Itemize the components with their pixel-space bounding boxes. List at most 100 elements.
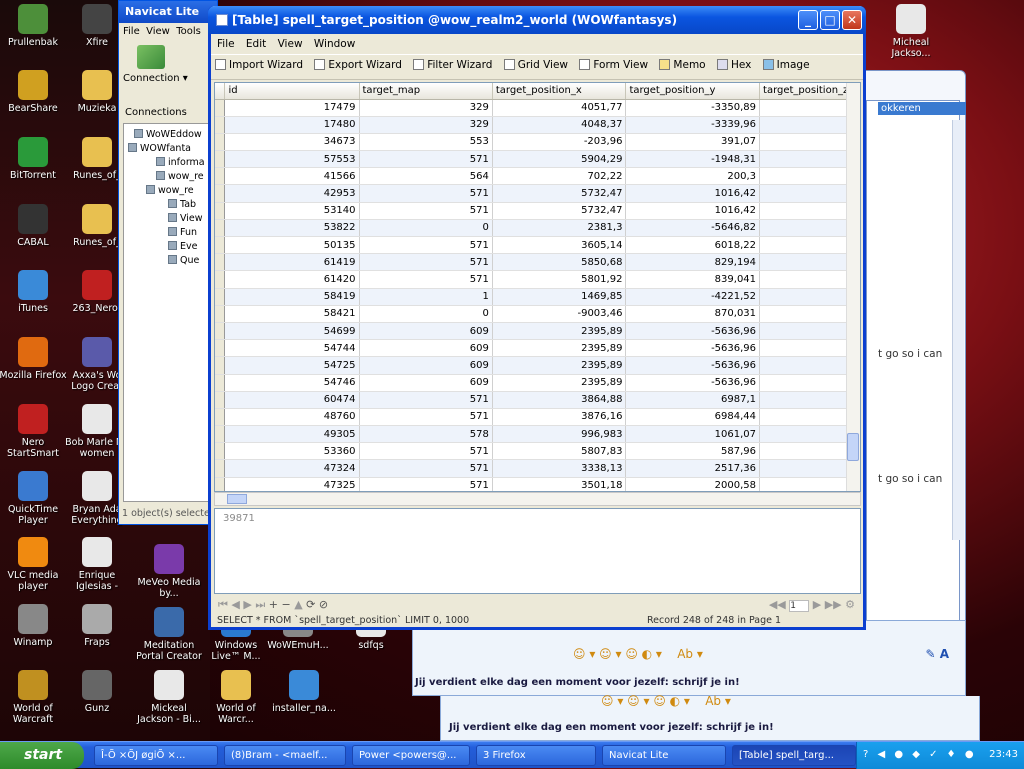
table-cell[interactable]: -3339,96 — [625, 116, 761, 134]
row-selector[interactable] — [215, 116, 226, 134]
desktop-icon[interactable]: QuickTime Player — [0, 471, 69, 526]
table-row[interactable]: 42953 571 5732,47 1016,42 — [215, 184, 860, 203]
table-cell[interactable]: 34673 — [224, 133, 360, 152]
table-cell[interactable] — [759, 219, 860, 238]
table-cell[interactable]: 571 — [359, 270, 493, 289]
close-button[interactable]: ✕ — [842, 10, 862, 30]
column-header-target-position-y[interactable]: target_position_y — [625, 83, 761, 100]
table-cell[interactable] — [759, 184, 860, 203]
table-row[interactable]: 60474 571 3864,88 6987,1 — [215, 391, 860, 409]
desktop-icon[interactable]: installer_na... — [268, 670, 340, 714]
row-selector[interactable] — [215, 322, 226, 341]
table-cell[interactable] — [759, 150, 860, 169]
tree-node[interactable]: Eve — [126, 240, 212, 254]
table-cell[interactable]: 839,041 — [625, 270, 761, 289]
taskbar-item-active[interactable]: [Table] spell_targ... — [732, 745, 856, 766]
table-cell[interactable] — [759, 202, 860, 220]
taskbar-item[interactable]: Î-Õ ×ÕJ øgiÕ ×... — [94, 745, 218, 766]
table-cell[interactable]: 553 — [359, 133, 493, 152]
table-cell[interactable]: 5850,68 — [492, 253, 627, 272]
import-wizard-button[interactable]: Import Wizard — [215, 59, 303, 71]
table-cell[interactable]: -9003,46 — [492, 305, 627, 323]
table-cell[interactable]: 2517,36 — [625, 459, 761, 478]
table-cell[interactable]: 6018,22 — [625, 236, 761, 255]
column-header-target-position-x[interactable]: target_position_x — [492, 83, 627, 100]
table-cell[interactable] — [759, 339, 860, 358]
table-cell[interactable]: 58419 — [224, 288, 360, 306]
table-cell[interactable]: 5807,83 — [492, 442, 627, 461]
taskbar-item[interactable]: (8)Bram - <maelf... — [224, 745, 346, 766]
next-record-button[interactable]: ▶ — [243, 598, 251, 611]
horizontal-scrollbar[interactable] — [214, 492, 861, 506]
table-cell[interactable]: -1948,31 — [625, 150, 761, 169]
table-cell[interactable]: 5732,47 — [492, 184, 627, 203]
table-cell[interactable]: 571 — [359, 253, 493, 272]
grid-view-button[interactable]: Grid View — [503, 59, 568, 71]
table-cell[interactable]: 54699 — [224, 322, 360, 341]
table-cell[interactable]: -5646,82 — [625, 219, 761, 238]
tree-node[interactable]: wow_re — [126, 170, 212, 184]
table-cell[interactable]: 17479 — [224, 99, 360, 117]
row-selector[interactable] — [215, 270, 226, 289]
table-row[interactable]: 57553 571 5904,29 -1948,31 — [215, 150, 860, 169]
table-cell[interactable] — [759, 322, 860, 341]
table-cell[interactable]: 61419 — [224, 253, 360, 272]
table-cell[interactable]: 47325 — [224, 477, 360, 491]
taskbar-item[interactable]: Power <powers@... — [352, 745, 470, 766]
row-selector[interactable] — [215, 99, 226, 117]
taskbar-item[interactable]: Navicat Lite — [602, 745, 726, 766]
row-selector[interactable] — [215, 202, 226, 220]
stop-button[interactable]: ⊘ — [319, 598, 328, 611]
table-cell[interactable]: -5636,96 — [625, 356, 761, 375]
table-cell[interactable]: -5636,96 — [625, 322, 761, 341]
tree-node[interactable]: Fun — [126, 226, 212, 240]
scroll-thumb[interactable] — [847, 433, 859, 461]
table-row[interactable]: 50135 571 3605,14 6018,22 — [215, 236, 860, 255]
table-cell[interactable] — [759, 253, 860, 272]
table-cell[interactable] — [759, 236, 860, 255]
row-selector[interactable] — [215, 459, 226, 478]
taskbar-item[interactable]: 3 Firefox — [476, 745, 596, 766]
row-selector[interactable] — [215, 425, 226, 444]
table-cell[interactable] — [759, 374, 860, 392]
table-cell[interactable] — [759, 99, 860, 117]
table-cell[interactable]: 996,983 — [492, 425, 627, 444]
table-cell[interactable]: 50135 — [224, 236, 360, 255]
table-cell[interactable]: 5904,29 — [492, 150, 627, 169]
table-cell[interactable]: 49305 — [224, 425, 360, 444]
desktop-icon[interactable]: Micheal Jackso... — [875, 4, 947, 59]
table-row[interactable]: 48760 571 3876,16 6984,44 — [215, 408, 860, 427]
table-row[interactable]: 58421 0 -9003,46 870,031 — [215, 305, 860, 323]
chat-emoticon-bar[interactable]: ☺ ▾ ☺ ▾ ☺ ◐ ▾ Ab ▾ — [573, 647, 703, 661]
table-cell[interactable]: -203,96 — [492, 133, 627, 152]
table-cell[interactable]: 1469,85 — [492, 288, 627, 306]
table-cell[interactable]: 58421 — [224, 305, 360, 323]
table-cell[interactable]: 3864,88 — [492, 391, 627, 409]
menu-file[interactable]: File — [217, 38, 235, 50]
export-wizard-button[interactable]: Export Wizard — [314, 59, 402, 71]
table-cell[interactable] — [759, 442, 860, 461]
row-selector[interactable] — [215, 374, 226, 392]
table-cell[interactable] — [759, 356, 860, 375]
desktop-icon[interactable]: Gunz — [61, 670, 133, 714]
table-cell[interactable]: 53360 — [224, 442, 360, 461]
desktop-icon[interactable]: Enrique Iglesias - — [61, 537, 133, 592]
table-cell[interactable]: -3350,89 — [625, 99, 761, 117]
row-selector[interactable] — [215, 442, 226, 461]
desktop-icon[interactable]: Mickeal Jackson - Bi... — [133, 670, 205, 725]
table-row[interactable]: 49305 578 996,983 1061,07 — [215, 425, 860, 444]
apply-button[interactable]: ▲ — [294, 598, 302, 611]
refresh-button[interactable]: ⟳ — [306, 598, 315, 611]
row-selector[interactable] — [215, 356, 226, 375]
table-row[interactable]: 34673 553 -203,96 391,07 — [215, 133, 860, 152]
row-selector[interactable] — [215, 184, 226, 203]
tray-icons[interactable]: ? ◀ ● ◆ ✓ ♦ ● — [863, 749, 977, 760]
hex-button[interactable]: Hex — [716, 59, 751, 71]
menu-file[interactable]: File — [123, 26, 140, 37]
desktop-icon[interactable]: Prullenbak — [0, 4, 69, 48]
form-view-button[interactable]: Form View — [579, 59, 648, 71]
table-cell[interactable]: 391,07 — [625, 133, 761, 152]
table-cell[interactable]: 4051,77 — [492, 99, 627, 117]
table-cell[interactable]: 609 — [359, 339, 493, 358]
row-selector[interactable] — [215, 391, 226, 409]
